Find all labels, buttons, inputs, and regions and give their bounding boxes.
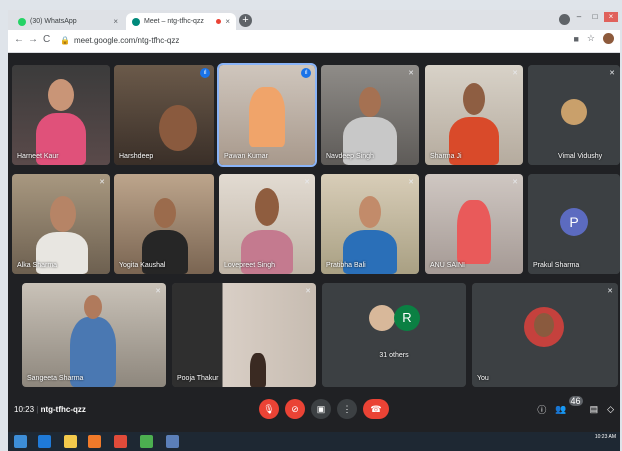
media-player-icon[interactable] bbox=[88, 435, 101, 448]
self-tile[interactable]: ✕ You bbox=[472, 283, 618, 387]
participant-tile[interactable]: ✕ Vimal Vidushy bbox=[528, 65, 620, 165]
participant-tile[interactable]: ✕ Pooja Thakur bbox=[172, 283, 316, 387]
mic-off-icon: ✕ bbox=[609, 70, 615, 77]
avatar bbox=[369, 305, 395, 331]
participant-name: Pooja Thakur bbox=[177, 375, 219, 382]
mic-off-icon: ✕ bbox=[99, 179, 105, 186]
camera-icon[interactable]: ■ bbox=[573, 34, 578, 44]
chrome-icon[interactable] bbox=[140, 435, 153, 448]
meeting-code: ntg-tfhc-qzz bbox=[40, 405, 86, 414]
participant-tile[interactable]: ✕ Sharma Ji bbox=[425, 65, 523, 165]
whatsapp-icon bbox=[18, 17, 26, 26]
browser-window: (30) WhatsApp × Meet – ntg-tfhc-qzz × + … bbox=[8, 10, 620, 451]
chat-icon[interactable]: ▤ bbox=[590, 404, 599, 415]
tab-title: Meet – ntg-tfhc-qzz bbox=[144, 18, 204, 25]
meet-icon bbox=[132, 17, 140, 26]
others-count: 31 others bbox=[379, 352, 409, 359]
mic-off-icon: ✕ bbox=[512, 179, 518, 186]
participant-tile[interactable]: ✕ Navdeep Singh bbox=[321, 65, 419, 165]
mic-off-icon: ✕ bbox=[304, 179, 310, 186]
participant-name: ANU SAINI bbox=[430, 262, 466, 269]
participant-name: Lovepreet Singh bbox=[224, 262, 275, 269]
lock-icon: 🔒 bbox=[60, 36, 70, 45]
participant-tile[interactable]: ✕ Alka Sharma bbox=[12, 174, 110, 274]
address-bar: ← → C 🔒 meet.google.com/ntg-tfhc-qzz ■ ☆ bbox=[8, 30, 620, 53]
mic-off-icon: ✕ bbox=[305, 288, 311, 295]
start-icon[interactable] bbox=[14, 435, 27, 448]
url-text: meet.google.com/ntg-tfhc-qzz bbox=[73, 36, 180, 45]
end-call-button[interactable]: ☎ bbox=[363, 399, 389, 419]
participant-name: Alka Sharma bbox=[17, 262, 58, 269]
participant-name: Navdeep Singh bbox=[326, 153, 374, 160]
minimize-icon[interactable]: – bbox=[572, 12, 586, 22]
activities-icon[interactable]: ◇ bbox=[607, 404, 614, 415]
participant-name: Harshdeep bbox=[119, 153, 154, 160]
present-button[interactable]: ▣ bbox=[311, 399, 331, 419]
meeting-controls-bar: 10:23 | ntg-tfhc-qzz 🎙 ⊘ ▣ ⋮ ☎ ⓘ 👥46 ▤ ◇ bbox=[8, 390, 620, 432]
tab-title: (30) WhatsApp bbox=[30, 18, 77, 25]
folder-icon[interactable] bbox=[64, 435, 77, 448]
close-tab-icon[interactable]: × bbox=[225, 17, 230, 26]
mic-off-icon: ✕ bbox=[155, 288, 161, 295]
forward-button[interactable]: → bbox=[28, 34, 38, 45]
participant-tile[interactable]: Yogita Kaushal bbox=[114, 174, 214, 274]
back-button[interactable]: ← bbox=[14, 34, 24, 45]
mic-toggle-button[interactable]: 🎙 bbox=[259, 399, 279, 419]
info-icon[interactable]: ⓘ bbox=[537, 403, 546, 416]
mic-off-icon: ✕ bbox=[607, 288, 613, 295]
participant-name: Pratibha Bali bbox=[326, 262, 366, 269]
tab-whatsapp[interactable]: (30) WhatsApp × bbox=[12, 13, 124, 30]
participant-tile[interactable]: ıl Harshdeep bbox=[114, 65, 214, 165]
app-icon[interactable] bbox=[166, 435, 179, 448]
others-tile[interactable]: R 31 others bbox=[322, 283, 466, 387]
ie-icon[interactable] bbox=[38, 435, 51, 448]
profile-avatar[interactable] bbox=[603, 33, 614, 44]
window-controls: – □ × bbox=[572, 12, 618, 22]
meeting-time: 10:23 bbox=[14, 405, 35, 414]
participant-name: You bbox=[477, 375, 489, 382]
people-icon[interactable]: 👥46 bbox=[555, 396, 583, 415]
participant-tile[interactable]: ✕ Pratibha Bali bbox=[321, 174, 419, 274]
url-field[interactable]: 🔒 meet.google.com/ntg-tfhc-qzz bbox=[60, 34, 179, 48]
maximize-icon[interactable]: □ bbox=[588, 12, 602, 22]
os-taskbar: 10:23 AM bbox=[8, 432, 620, 451]
participant-name: Pawan Kumar bbox=[224, 153, 268, 160]
participant-name: Harneet Kaur bbox=[17, 153, 59, 160]
reload-button[interactable]: C bbox=[43, 34, 50, 45]
account-icon[interactable] bbox=[559, 14, 570, 25]
speaking-icon: ıl bbox=[301, 68, 311, 78]
participant-tile[interactable]: P Prakul Sharma bbox=[528, 174, 620, 274]
camera-toggle-button[interactable]: ⊘ bbox=[285, 399, 305, 419]
participant-name: Sharma Ji bbox=[430, 153, 462, 160]
participant-tile[interactable]: ıl Pawan Kumar bbox=[217, 63, 317, 167]
mic-off-icon: ✕ bbox=[408, 70, 414, 77]
people-count-badge: 46 bbox=[568, 396, 583, 406]
speaking-icon: ıl bbox=[200, 68, 210, 78]
participant-tile[interactable]: ✕ Lovepreet Singh bbox=[219, 174, 315, 274]
participant-tile[interactable]: ✕ Sangeeta Sharma bbox=[22, 283, 166, 387]
avatar: R bbox=[394, 305, 420, 331]
star-icon[interactable]: ☆ bbox=[587, 33, 595, 44]
recording-dot-icon bbox=[216, 19, 222, 24]
participant-tile[interactable]: ✕ ANU SAINI bbox=[425, 174, 523, 274]
more-options-button[interactable]: ⋮ bbox=[337, 399, 357, 419]
participant-name: Prakul Sharma bbox=[533, 262, 580, 269]
tab-strip: (30) WhatsApp × Meet – ntg-tfhc-qzz × + … bbox=[8, 10, 620, 30]
firefox-icon[interactable] bbox=[114, 435, 127, 448]
participant-name: Yogita Kaushal bbox=[119, 262, 166, 269]
system-clock: 10:23 AM bbox=[594, 434, 616, 440]
close-window-icon[interactable]: × bbox=[604, 12, 618, 22]
tab-meet[interactable]: Meet – ntg-tfhc-qzz × bbox=[126, 13, 236, 30]
meet-grid: Harneet Kaur ıl Harshdeep ıl Pawan Kumar… bbox=[8, 53, 620, 390]
avatar bbox=[561, 99, 587, 125]
participant-name: Vimal Vidushy bbox=[558, 153, 603, 160]
avatar: P bbox=[560, 208, 588, 236]
participant-tile[interactable]: Harneet Kaur bbox=[12, 65, 110, 165]
participant-name: Sangeeta Sharma bbox=[27, 375, 84, 382]
close-tab-icon[interactable]: × bbox=[113, 17, 118, 26]
mic-off-icon: ✕ bbox=[408, 179, 414, 186]
mic-off-icon: ✕ bbox=[512, 70, 518, 77]
new-tab-button[interactable]: + bbox=[239, 14, 252, 27]
